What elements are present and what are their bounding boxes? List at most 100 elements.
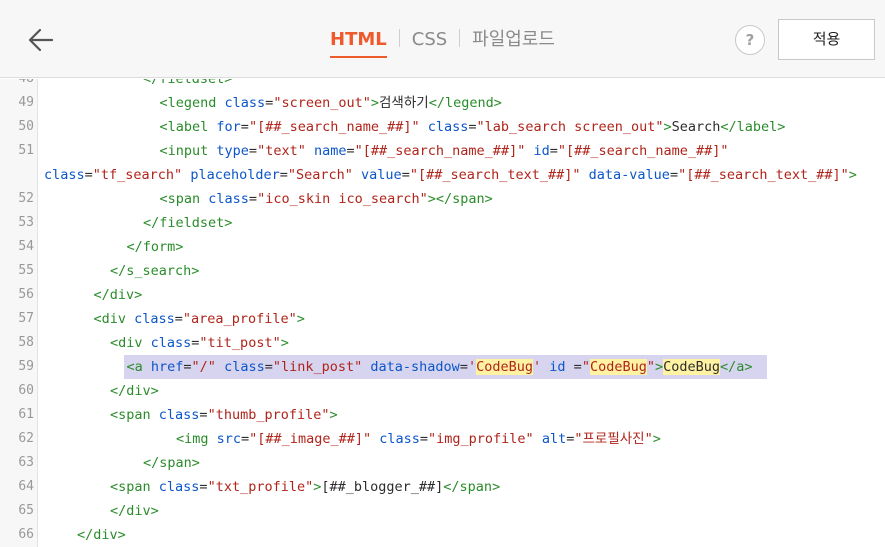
line-number: 56 xyxy=(18,287,34,302)
code-token: <span xyxy=(110,407,159,423)
code-token: = xyxy=(549,143,558,159)
tab-divider xyxy=(459,29,461,47)
code-line[interactable]: 52 <span class="ico_skin ico_search"></sp… xyxy=(0,187,885,211)
code-token: "txt_profile" xyxy=(207,479,314,495)
code-token: for xyxy=(216,119,241,135)
line-text: </span> xyxy=(143,451,200,475)
code-token: > xyxy=(280,335,289,351)
line-text: </fieldset> xyxy=(143,211,232,235)
code-token: = xyxy=(84,167,93,183)
line-text: <span class="txt_profile">[##_blogger_##… xyxy=(110,475,500,499)
search-match: CodeBug xyxy=(589,359,647,375)
code-token: </span> xyxy=(443,479,501,495)
code-line[interactable]: 58 <div class="tit_post"> xyxy=(0,331,885,355)
code-line[interactable]: 50 <label for="[##_search_name_##]" class… xyxy=(0,115,885,139)
code-line[interactable]: class="tf_search" placeholder="Search" v… xyxy=(0,163,885,187)
code-token: > xyxy=(663,119,672,135)
line-number: 62 xyxy=(18,431,34,446)
help-button[interactable]: ? xyxy=(735,25,765,55)
code-token: " xyxy=(646,359,655,375)
code-line[interactable]: 62 <img src="[##_image_##]" class="img_pr… xyxy=(0,427,885,451)
code-token: class xyxy=(134,311,175,327)
line-text: <a href="/" class="link_post" data-shado… xyxy=(127,355,753,379)
apply-button[interactable]: 적용 xyxy=(778,19,875,60)
code-token: ></span> xyxy=(427,191,493,207)
code-line[interactable]: 61 <span class="thumb_profile"> xyxy=(0,403,885,427)
line-number: 49 xyxy=(18,95,34,110)
line-text: </div> xyxy=(77,523,126,547)
code-line[interactable]: 48 </fieldset> xyxy=(0,79,885,91)
tab-file-upload[interactable]: 파일업로드 xyxy=(472,28,555,52)
code-token: <div xyxy=(110,335,151,351)
code-token: > xyxy=(329,407,338,423)
code-token: data-value xyxy=(588,167,670,183)
line-number: 66 xyxy=(18,527,34,542)
code-line[interactable]: 54 </form> xyxy=(0,235,885,259)
line-text: </div> xyxy=(110,379,159,403)
code-token: = xyxy=(199,407,208,423)
code-token: alt xyxy=(541,431,567,447)
code-token: "lab_search screen_out" xyxy=(476,119,664,135)
code-token: type xyxy=(216,143,249,159)
code-token: class xyxy=(158,407,200,423)
code-line[interactable]: 66 </div> xyxy=(0,523,885,547)
code-line[interactable]: 57 <div class="area_profile"> xyxy=(0,307,885,331)
line-text: <span class="thumb_profile"> xyxy=(110,403,338,427)
code-token: id xyxy=(549,359,566,375)
code-token: "tit_post" xyxy=(199,335,281,351)
code-token: </form> xyxy=(126,239,184,255)
code-token: "[##_search_text_##]" xyxy=(409,167,581,183)
code-line[interactable]: 49 <legend class="screen_out">검색하기</legen… xyxy=(0,91,885,115)
code-token: </div> xyxy=(110,503,159,519)
code-token: value xyxy=(361,167,402,183)
code-line[interactable]: 64 <span class="txt_profile">[##_blogger_… xyxy=(0,475,885,499)
tab-css[interactable]: CSS xyxy=(412,28,447,52)
line-text: </s_search> xyxy=(110,259,199,283)
code-token: <span xyxy=(159,191,209,207)
code-editor[interactable]: 48</fieldset>49<legend class="screen_out… xyxy=(0,79,885,547)
code-line[interactable]: 63 </span> xyxy=(0,451,885,475)
code-token: = xyxy=(565,359,582,375)
code-line[interactable]: 51 <input type="text" name="[##_search_na… xyxy=(0,139,885,163)
code-token: = xyxy=(459,359,468,375)
code-token: <div xyxy=(93,311,135,327)
code-token: src xyxy=(216,431,242,447)
code-line[interactable]: 65 </div> xyxy=(0,499,885,523)
code-token: class xyxy=(208,191,249,207)
code-token: "[##_image_##]" xyxy=(249,431,372,447)
code-token: class xyxy=(379,431,420,447)
code-line-selected[interactable]: 59 <a href="/" class="link_post" data-sha… xyxy=(0,355,885,379)
code-token: class xyxy=(44,167,85,183)
code-line[interactable]: 55 </s_search> xyxy=(0,259,885,283)
line-text: <span class="ico_skin ico_search"></span… xyxy=(160,187,493,211)
line-number: 55 xyxy=(18,263,34,278)
code-token: = xyxy=(264,359,273,375)
line-number: 59 xyxy=(18,359,34,374)
line-number: 51 xyxy=(18,143,34,158)
code-token: > xyxy=(655,359,664,375)
line-number: 65 xyxy=(18,503,34,518)
line-text: <div class="area_profile"> xyxy=(94,307,305,331)
line-number: 57 xyxy=(18,311,34,326)
code-token: ' xyxy=(467,359,477,375)
tab-divider xyxy=(398,29,400,47)
code-token: Search xyxy=(671,119,721,135)
code-token: = xyxy=(346,143,355,159)
code-line[interactable]: 60 </div> xyxy=(0,379,885,403)
line-number: 58 xyxy=(18,335,34,350)
code-line[interactable]: 53 </fieldset> xyxy=(0,211,885,235)
code-lines[interactable]: 48</fieldset>49<legend class="screen_out… xyxy=(0,79,885,547)
code-token: "/" xyxy=(191,359,216,375)
tab-html[interactable]: HTML xyxy=(330,28,387,58)
code-token: "link_post" xyxy=(272,359,363,375)
code-token: = xyxy=(419,431,429,447)
code-line[interactable]: 56 </div> xyxy=(0,283,885,307)
line-text: </div> xyxy=(94,283,143,307)
line-number: 61 xyxy=(18,407,34,422)
code-token: "img_profile" xyxy=(428,431,534,447)
code-token: <legend xyxy=(159,95,225,111)
code-token: > xyxy=(370,95,379,111)
code-token: "[##_search_name_##]" xyxy=(248,119,420,135)
